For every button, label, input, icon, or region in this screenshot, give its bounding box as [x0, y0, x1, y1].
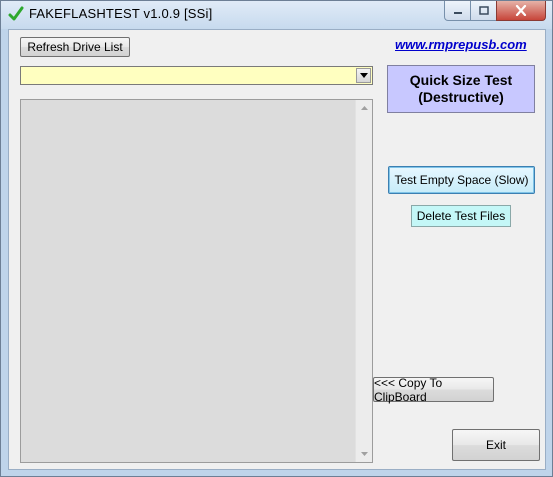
- exit-button[interactable]: Exit: [452, 429, 540, 461]
- scroll-down-button[interactable]: [356, 446, 372, 462]
- test-empty-space-button[interactable]: Test Empty Space (Slow): [388, 166, 535, 194]
- quick-size-test-sublabel: (Destructive): [418, 89, 504, 105]
- scroll-up-icon: [360, 106, 368, 110]
- test-empty-space-label: Test Empty Space (Slow): [394, 173, 529, 187]
- website-link[interactable]: www.rmprepusb.com: [395, 37, 527, 52]
- refresh-drive-list-label: Refresh Drive List: [27, 40, 123, 54]
- title-bar[interactable]: FAKEFLASHTEST v1.0.9 [SSi]: [1, 1, 552, 29]
- maximize-button[interactable]: [470, 1, 497, 21]
- quick-size-test-label: Quick Size Test: [409, 72, 513, 88]
- scroll-up-button[interactable]: [356, 100, 372, 116]
- vertical-scrollbar[interactable]: [355, 100, 372, 462]
- dropdown-button[interactable]: [356, 68, 371, 83]
- window-title: FAKEFLASHTEST v1.0.9 [SSi]: [29, 6, 213, 21]
- scroll-down-icon: [360, 452, 368, 456]
- drive-select[interactable]: [20, 66, 373, 85]
- exit-label: Exit: [485, 438, 506, 452]
- minimize-icon: [453, 11, 462, 14]
- delete-test-files-button[interactable]: Delete Test Files: [411, 205, 511, 227]
- refresh-drive-list-button[interactable]: Refresh Drive List: [20, 37, 130, 57]
- copy-to-clipboard-button[interactable]: <<< Copy To ClipBoard: [373, 375, 494, 404]
- chevron-down-icon: [359, 73, 368, 78]
- quick-size-test-button[interactable]: Quick Size Test (Destructive): [387, 65, 535, 113]
- output-textarea[interactable]: [20, 99, 373, 463]
- close-icon: [515, 5, 527, 16]
- delete-test-files-label: Delete Test Files: [416, 209, 506, 223]
- app-window: FAKEFLASHTEST v1.0.9 [SSi] Refresh Drive…: [0, 0, 553, 477]
- check-icon: [8, 6, 24, 21]
- copy-to-clipboard-label: <<< Copy To ClipBoard: [374, 375, 443, 404]
- minimize-button[interactable]: [444, 1, 471, 21]
- maximize-icon: [478, 6, 489, 15]
- close-button[interactable]: [496, 1, 546, 21]
- client-area: Refresh Drive List www.rmprepusb.com Qui…: [8, 29, 546, 470]
